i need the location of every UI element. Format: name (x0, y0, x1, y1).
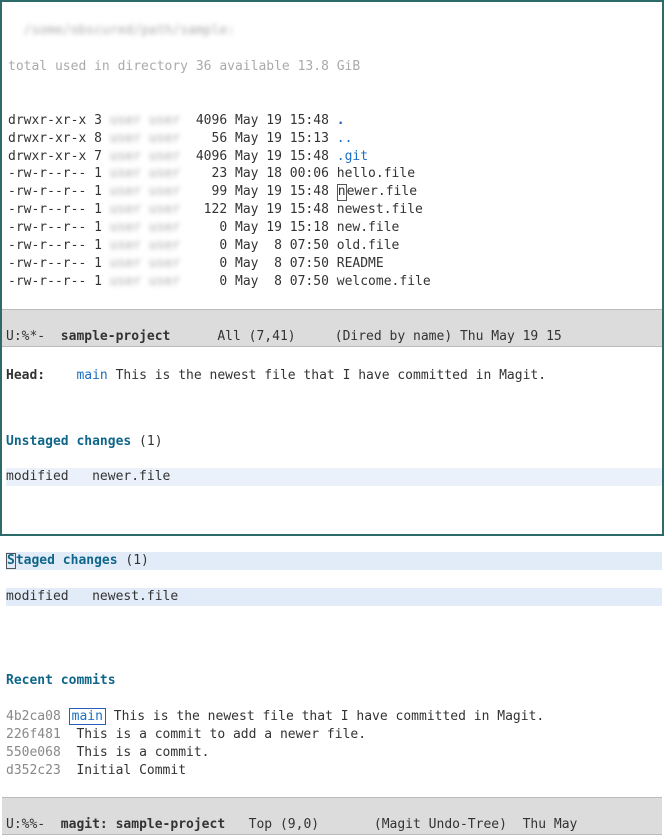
modeline-buffer: magit: sample-project (61, 817, 225, 832)
magit-head-message: This is the newest file that I have comm… (108, 368, 546, 383)
commit-sha: d352c23 (6, 763, 61, 778)
dired-filename[interactable]: new.file (337, 220, 400, 235)
dired-size-date: 0 May 19 15:18 (180, 220, 337, 235)
dired-size-date: 4096 May 19 15:48 (180, 149, 337, 164)
staged-label: taged changes (16, 553, 118, 568)
dired-row-meta: drwxr-xr-x 7 (8, 149, 110, 164)
commit-message: This is a commit to add a newer file. (69, 727, 366, 742)
dired-row-meta: -rw-r--r-- 1 (8, 238, 110, 253)
dired-row-meta: drwxr-xr-x 8 (8, 131, 110, 146)
commit-row[interactable]: d352c23 Initial Commit (6, 762, 662, 780)
modeline-dired: U:%*- sample-project All (7,41) (Dired b… (2, 309, 662, 347)
dired-row[interactable]: drwxr-xr-x 8 user user 56 May 19 15:13 .… (8, 130, 662, 148)
dired-owner-blurred: user user (110, 256, 180, 271)
modeline-position: Top (9,0) (225, 817, 319, 832)
dired-filename[interactable]: welcome.file (337, 274, 431, 289)
unstaged-header[interactable]: Unstaged changes (1) (6, 433, 662, 451)
modeline-position: All (7,41) (170, 329, 295, 344)
dired-owner-blurred: user user (110, 166, 180, 181)
dired-row-meta: -rw-r--r-- 1 (8, 256, 110, 271)
dired-size-date: 0 May 8 07:50 (180, 256, 337, 271)
staged-header[interactable]: Staged changes (1) (6, 552, 662, 570)
commit-row[interactable]: 226f481 This is a commit to add a newer … (6, 726, 662, 744)
commit-row[interactable]: 4b2ca08 main This is the newest file tha… (6, 708, 662, 726)
dired-row[interactable]: -rw-r--r-- 1 user user 0 May 19 15:18 ne… (8, 219, 662, 237)
dired-row-meta: -rw-r--r-- 1 (8, 202, 110, 217)
staged-cursor: S (6, 553, 16, 569)
dired-owner-blurred: user user (110, 113, 180, 128)
dired-path-blurred: /some/obscured/path/sample: (24, 23, 235, 38)
dired-filename[interactable]: newer.file (337, 184, 417, 199)
magit-head-label: Head: (6, 368, 76, 383)
dired-filename[interactable]: . (337, 113, 345, 128)
modeline-mode: (Magit Undo-Tree) (319, 817, 515, 832)
dired-row[interactable]: -rw-r--r-- 1 user user 0 May 8 07:50 old… (8, 237, 662, 255)
dired-row[interactable]: -rw-r--r-- 1 user user 122 May 19 15:48 … (8, 201, 662, 219)
staged-count: (1) (118, 553, 149, 568)
modeline-mode: (Dired by name) (296, 329, 460, 344)
dired-row[interactable]: drwxr-xr-x 3 user user 4096 May 19 15:48… (8, 112, 662, 130)
dired-row[interactable]: -rw-r--r-- 1 user user 0 May 8 07:50 wel… (8, 273, 662, 291)
dired-filename[interactable]: newest.file (337, 202, 423, 217)
dired-row[interactable]: drwxr-xr-x 7 user user 4096 May 19 15:48… (8, 148, 662, 166)
dired-owner-blurred: user user (110, 220, 180, 235)
dired-filename[interactable]: .. (337, 131, 353, 146)
commit-sha: 550e068 (6, 745, 61, 760)
dired-owner-blurred: user user (110, 274, 180, 289)
modeline-magit: U:%%- magit: sample-project Top (9,0) (M… (2, 797, 662, 835)
dired-filename[interactable]: .git (337, 149, 368, 164)
dired-owner-blurred: user user (110, 184, 180, 199)
dired-row-meta: -rw-r--r-- 1 (8, 220, 110, 235)
commit-message: Initial Commit (69, 763, 186, 778)
commit-branch[interactable]: main (69, 708, 106, 725)
dired-row-meta: -rw-r--r-- 1 (8, 184, 110, 199)
unstaged-label: Unstaged changes (6, 434, 131, 449)
dired-owner-blurred: user user (110, 238, 180, 253)
dired-summary: total used in directory 36 available 13.… (8, 59, 360, 74)
dired-owner-blurred: user user (110, 202, 180, 217)
commit-row[interactable]: 550e068 This is a commit. (6, 744, 662, 762)
magit-pane: Head: main This is the newest file that … (2, 347, 662, 798)
dired-row-meta: -rw-r--r-- 1 (8, 274, 110, 289)
commit-message: This is the newest file that I have comm… (106, 709, 544, 724)
cursor: n (337, 184, 347, 200)
dired-size-date: 122 May 19 15:48 (180, 202, 337, 217)
dired-pane: /some/obscured/path/sample: total used i… (2, 2, 662, 309)
dired-size-date: 0 May 8 07:50 (180, 274, 337, 289)
staged-item[interactable]: modified newest.file (6, 588, 662, 606)
dired-row-meta: drwxr-xr-x 3 (8, 113, 110, 128)
commit-sha: 4b2ca08 (6, 709, 61, 724)
dired-row[interactable]: -rw-r--r-- 1 user user 99 May 19 15:48 n… (8, 183, 662, 201)
dired-size-date: 0 May 8 07:50 (180, 238, 337, 253)
dired-row-meta: -rw-r--r-- 1 (8, 166, 110, 181)
dired-filename[interactable]: README (337, 256, 384, 271)
dired-filename[interactable]: hello.file (337, 166, 415, 181)
magit-head-branch[interactable]: main (76, 368, 107, 383)
dired-size-date: 99 May 19 15:48 (180, 184, 337, 199)
dired-row[interactable]: -rw-r--r-- 1 user user 0 May 8 07:50 REA… (8, 255, 662, 273)
dired-row[interactable]: -rw-r--r-- 1 user user 23 May 18 00:06 h… (8, 165, 662, 183)
dired-owner-blurred: user user (110, 149, 180, 164)
commit-message: This is a commit. (69, 745, 210, 760)
modeline-buffer: sample-project (61, 329, 171, 344)
dired-owner-blurred: user user (110, 131, 180, 146)
modeline-left: U:%%- (6, 817, 61, 832)
recent-commits-header[interactable]: Recent commits (6, 672, 662, 690)
commit-sha: 226f481 (6, 727, 61, 742)
unstaged-item[interactable]: modified newer.file (6, 468, 662, 486)
modeline-time: Thu May (515, 817, 578, 832)
dired-filename[interactable]: old.file (337, 238, 400, 253)
dired-size-date: 4096 May 19 15:48 (180, 113, 337, 128)
unstaged-count: (1) (131, 434, 162, 449)
dired-size-date: 23 May 18 00:06 (180, 166, 337, 181)
modeline-left: U:%*- (6, 329, 61, 344)
dired-size-date: 56 May 19 15:13 (180, 131, 337, 146)
modeline-time: Thu May 19 15 (460, 329, 562, 344)
